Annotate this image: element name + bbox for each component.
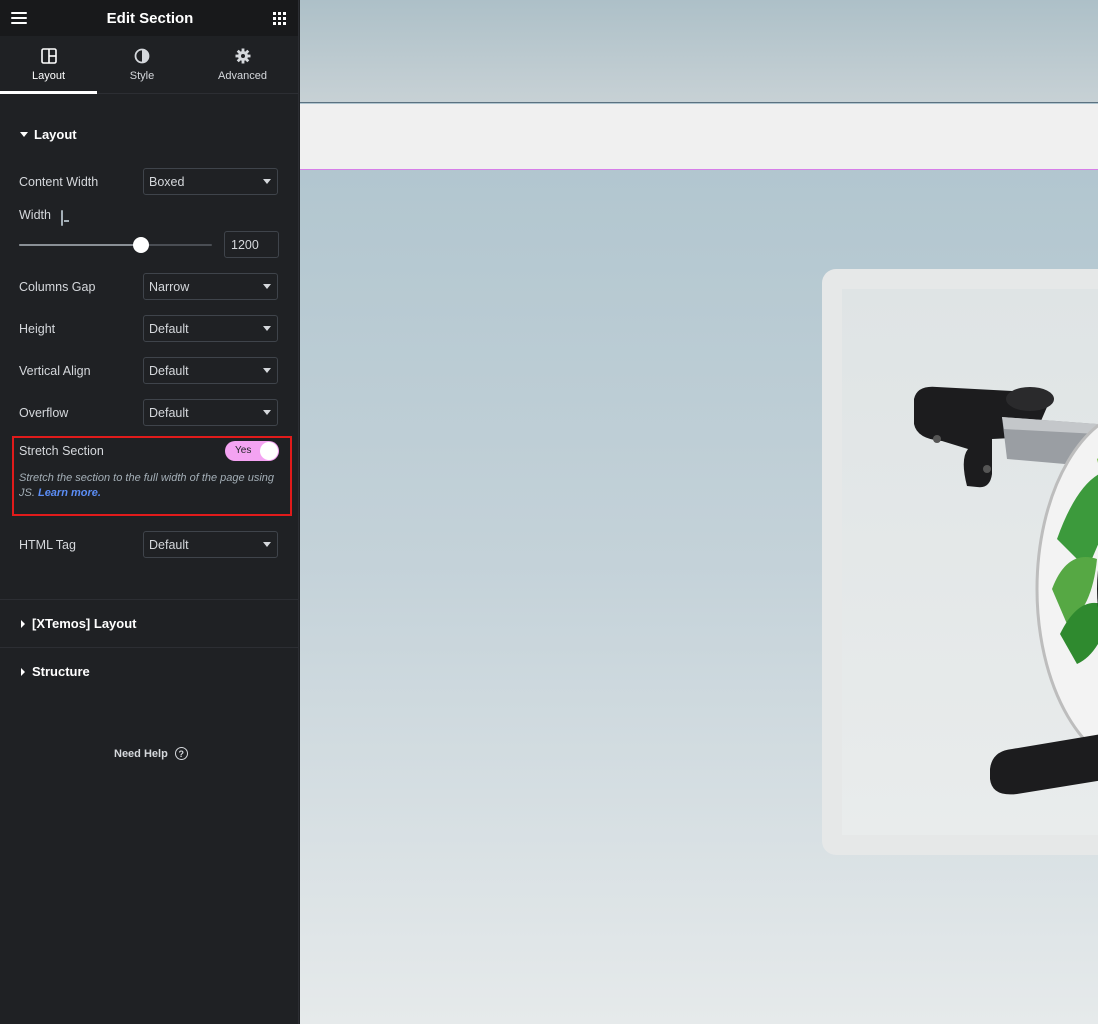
header-section[interactable] (300, 0, 1098, 103)
page-preview-canvas[interactable] (300, 0, 1098, 1024)
height-label: Height (19, 321, 56, 336)
selected-section[interactable] (300, 104, 1098, 170)
chevron-down-icon (263, 368, 271, 373)
width-control-header: Width (19, 208, 72, 226)
tab-layout-label: Layout (31, 70, 66, 82)
caret-right-icon (21, 619, 25, 628)
layout-section-toggle[interactable]: Layout (20, 127, 77, 142)
height-select[interactable]: Default (143, 315, 278, 342)
caret-right-icon (21, 667, 25, 676)
product-image (842, 289, 1098, 835)
vertical-align-control: Vertical Align Default (19, 357, 278, 384)
overflow-label: Overflow (19, 405, 69, 420)
desktop-icon[interactable] (60, 209, 72, 226)
content-width-value: Boxed (149, 174, 185, 189)
vertical-align-value: Default (149, 363, 189, 378)
panel-title: Edit Section (106, 9, 194, 27)
contrast-icon (134, 47, 150, 65)
editor-panel: Edit Section Layout Style Advanced Layou (0, 0, 299, 1024)
height-value: Default (149, 321, 189, 336)
menu-icon[interactable] (11, 12, 27, 24)
content-width-label: Content Width (19, 174, 99, 189)
widgets-grid-icon[interactable] (273, 11, 286, 25)
width-label: Width (19, 208, 51, 222)
tab-layout[interactable]: Layout (0, 36, 97, 94)
need-help-label: Need Help (114, 747, 168, 760)
toggle-knob (260, 442, 278, 460)
gear-icon (235, 47, 251, 65)
section-divider (0, 647, 299, 648)
html-tag-select[interactable]: Default (143, 531, 278, 558)
columns-gap-control: Columns Gap Narrow (19, 273, 278, 300)
product-image-frame[interactable] (822, 269, 1098, 855)
structure-title: Structure (32, 664, 90, 679)
tab-advanced-label: Advanced (218, 70, 267, 82)
help-icon: ? (174, 747, 188, 760)
tab-style-label: Style (129, 70, 155, 82)
chevron-down-icon (263, 284, 271, 289)
toggle-on-label: Yes (235, 445, 252, 456)
section-divider (0, 599, 299, 600)
html-tag-control: HTML Tag Default (19, 531, 278, 558)
slider-fill (19, 244, 141, 246)
caret-down-icon (20, 132, 28, 137)
xtemos-layout-section-toggle[interactable]: [XTemos] Layout (21, 616, 137, 631)
tab-style[interactable]: Style (97, 36, 187, 93)
content-width-select[interactable]: Boxed (143, 168, 278, 195)
html-tag-label: HTML Tag (19, 537, 76, 552)
stretch-section-toggle[interactable]: Yes (225, 441, 279, 461)
stretch-section-description: Stretch the section to the full width of… (19, 471, 281, 501)
layout-section-title: Layout (34, 127, 77, 142)
vertical-align-select[interactable]: Default (143, 357, 278, 384)
layout-icon (40, 47, 57, 65)
chevron-down-icon (263, 410, 271, 415)
width-slider[interactable] (19, 236, 212, 254)
html-tag-value: Default (149, 537, 189, 552)
content-width-control: Content Width Boxed (19, 168, 278, 195)
chevron-down-icon (263, 179, 271, 184)
width-input[interactable]: 1200 (224, 231, 279, 258)
columns-gap-label: Columns Gap (19, 279, 96, 294)
stretch-section-label: Stretch Section (19, 444, 104, 458)
panel-tabs: Layout Style Advanced (0, 36, 298, 94)
chevron-down-icon (263, 326, 271, 331)
columns-gap-value: Narrow (149, 279, 190, 294)
slider-handle[interactable] (132, 237, 149, 253)
need-help-link[interactable]: Need Help ? (114, 747, 188, 760)
learn-more-link[interactable]: Learn more. (38, 487, 101, 499)
overflow-select[interactable]: Default (143, 399, 278, 426)
structure-section-toggle[interactable]: Structure (21, 664, 90, 679)
columns-gap-select[interactable]: Narrow (143, 273, 278, 300)
overflow-control: Overflow Default (19, 399, 278, 426)
chevron-down-icon (263, 542, 271, 547)
height-control: Height Default (19, 315, 278, 342)
exercise-bike-image (914, 386, 1098, 795)
vertical-align-label: Vertical Align (19, 363, 91, 378)
overflow-value: Default (149, 405, 189, 420)
tab-advanced[interactable]: Advanced (187, 36, 298, 93)
xtemos-layout-title: [XTemos] Layout (32, 616, 137, 631)
panel-header: Edit Section (0, 0, 298, 36)
